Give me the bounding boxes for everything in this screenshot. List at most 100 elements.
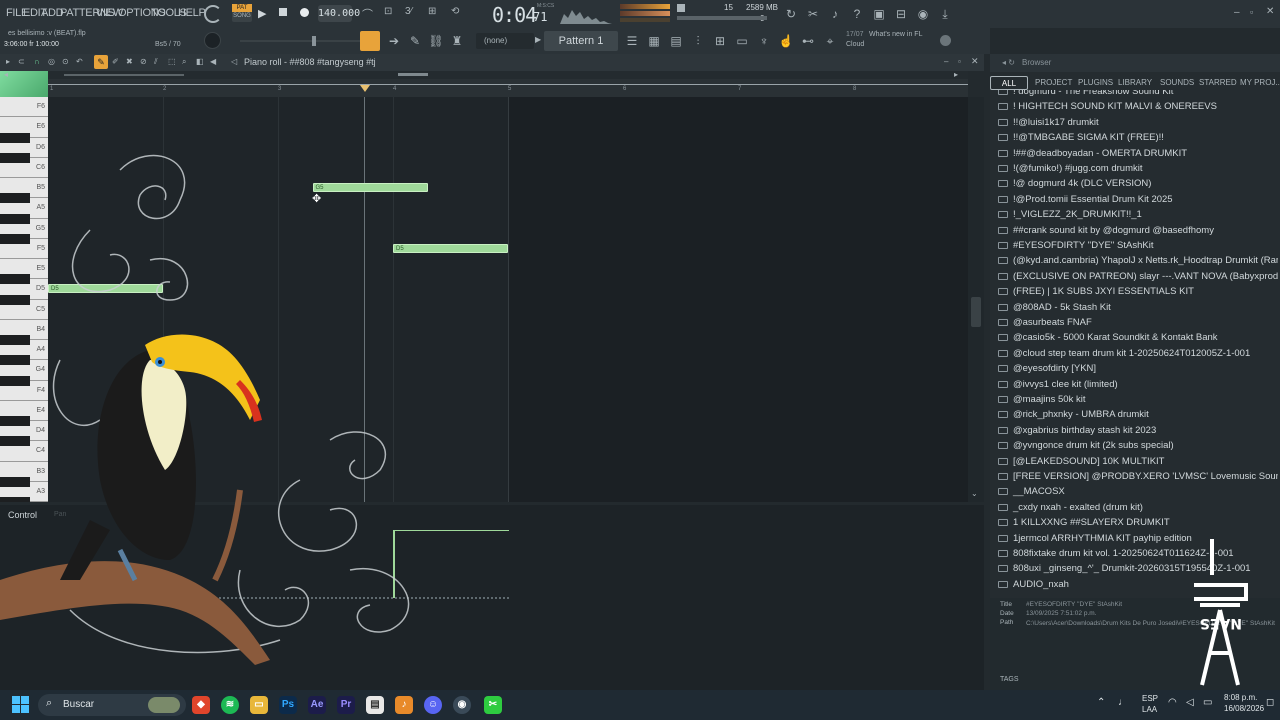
language-indicator[interactable]: ESP — [1142, 694, 1158, 703]
mixer-icon[interactable]: ⫶ — [689, 32, 707, 50]
browser-tab-plugins[interactable]: PLUGINS — [1078, 76, 1113, 90]
news-text[interactable]: What's new in FL — [869, 31, 922, 38]
chat-icon[interactable]: ◉ — [914, 5, 932, 23]
cut-icon[interactable]: ✂ — [804, 5, 822, 23]
clock-date[interactable]: 16/08/2026 — [1224, 704, 1264, 713]
master-volume-slider[interactable] — [620, 18, 670, 22]
timeline-ruler[interactable]: ▸ ◂ 1 2 3 4 5 6 7 8 — [4, 70, 968, 97]
brush-icon[interactable]: ✎ — [406, 32, 424, 50]
record-loop-icon[interactable]: ◎ — [48, 57, 55, 66]
main-pitch-knob[interactable] — [204, 32, 221, 49]
loop-record-icon[interactable]: ⟲ — [451, 6, 459, 17]
window-maximize-icon[interactable]: ▫ — [958, 57, 961, 66]
capcut-icon[interactable]: ✂ — [484, 696, 502, 714]
browser-folder-item[interactable]: @808AD - 5k Stash Kit — [998, 302, 1278, 317]
minimize-icon[interactable]: – — [1234, 7, 1240, 18]
discord-icon[interactable]: ☺ — [424, 696, 442, 714]
taskbar-search[interactable]: ⌕ Buscar — [38, 694, 186, 716]
browser-tab-sounds[interactable]: SOUNDS — [1160, 76, 1194, 90]
stamp-icon[interactable]: ♜ — [448, 32, 466, 50]
browser-folder-item[interactable]: !_VIGLEZZ_2K_DRUMKIT!!_1 — [998, 209, 1278, 224]
spotify-icon[interactable]: ≋ — [221, 696, 239, 714]
paint-tool-icon[interactable]: ✐ — [112, 57, 119, 66]
play-icon[interactable]: ▶ — [258, 7, 266, 20]
slice-tool-icon[interactable]: ⫽ — [154, 57, 158, 67]
browser-nav-icon[interactable]: ◂ ↻ — [1002, 58, 1015, 67]
browser-folder-item[interactable]: !!@luisi1k17 drumkit — [998, 117, 1278, 132]
scroll-right-icon[interactable]: ▸ — [954, 70, 958, 79]
tempo-display[interactable]: 140.000 — [318, 5, 360, 22]
undo-history-icon[interactable]: ↻ — [782, 5, 800, 23]
browser-folder-item[interactable]: ! HIGHTECH SOUND KIT MALVI & ONEREEVS — [998, 101, 1278, 116]
touch-icon[interactable]: ☝ — [777, 32, 795, 50]
browser-folder-item[interactable]: #EYESOFDIRTY ''DYE'' StAshKit — [998, 240, 1278, 255]
vertical-scrollbar[interactable]: ⌄ — [968, 97, 984, 502]
clock-time[interactable]: 8:08 p.m. — [1224, 693, 1257, 702]
scroll-overview[interactable] — [48, 71, 968, 79]
plugin-icon[interactable]: ▭ — [733, 32, 751, 50]
pin-icon[interactable]: ⌖ — [821, 32, 839, 50]
volume-icon[interactable]: ◁ — [1186, 697, 1194, 708]
mute-tool-icon[interactable]: ⊘ — [140, 57, 147, 66]
browser-folder-item[interactable]: !##@deadboyadan - OMERTA DRUMKIT — [998, 148, 1278, 163]
browser-folder-item[interactable]: (FREE) | 1K SUBS JXYI ESSENTIALS KIT — [998, 286, 1278, 301]
notification-icon[interactable]: ◻ — [1266, 697, 1274, 708]
photoshop-icon[interactable]: Ps — [279, 696, 297, 714]
browser-folder-item[interactable]: 1 KILLXXNG ##SLAYERX DRUMKIT — [998, 517, 1278, 532]
zoom-tool-icon[interactable]: ⌕ — [182, 57, 186, 67]
magnet-icon[interactable]: ∩ — [34, 57, 40, 66]
browser-tab-starred[interactable]: STARRED — [1199, 76, 1237, 90]
link-icon[interactable]: ⛓ — [427, 32, 445, 50]
speaker-tool-icon[interactable]: ◀ — [210, 57, 216, 66]
browser-folder-item[interactable]: @rick_phxnky - UMBRA drumkit — [998, 409, 1278, 424]
pat-song-toggle[interactable]: PAT SONG — [232, 4, 252, 22]
download-icon[interactable]: ⤓ — [936, 5, 954, 23]
restore-icon[interactable]: ▫ — [1250, 7, 1253, 17]
browser-folder-item[interactable]: @eyesofdirty [YKN] — [998, 363, 1278, 378]
playlist-icon[interactable]: ☰ — [623, 32, 641, 50]
close-icon[interactable]: ✕ — [1266, 6, 1274, 17]
browser-folder-item[interactable]: !@ dogmurd 4k (DLC VERSION) — [998, 178, 1278, 193]
browser-folder-item[interactable]: @asurbeats FNAF — [998, 317, 1278, 332]
scroll-down-icon[interactable]: ⌄ — [971, 489, 978, 498]
wait-icon[interactable]: ⊡ — [384, 6, 392, 17]
brave-icon[interactable]: ◆ — [192, 696, 210, 714]
playback-tool-icon[interactable]: ◧ — [196, 57, 204, 66]
browser-folder-item[interactable]: [@LEAKEDSOUND] 10K MULTIKIT — [998, 456, 1278, 471]
browser-folder-item[interactable]: @yvngonce drum kit (2k subs special) — [998, 440, 1278, 455]
record-icon[interactable] — [300, 8, 309, 17]
premiere-icon[interactable]: Pr — [337, 696, 355, 714]
cloud-status-icon[interactable] — [940, 35, 951, 46]
delete-tool-icon[interactable]: ✖ — [126, 57, 133, 66]
window-close-icon[interactable]: ✕ — [971, 56, 979, 67]
car-icon[interactable]: ⊷ — [799, 32, 817, 50]
browser-folder-item[interactable]: @maajins 50k kit — [998, 394, 1278, 409]
window-minimize-icon[interactable]: – — [944, 57, 948, 66]
github-icon[interactable]: ◉ — [453, 696, 471, 714]
tray-chevron-icon[interactable]: ⌃ — [1097, 697, 1105, 708]
fl-studio-icon[interactable]: ♪ — [395, 696, 413, 714]
browser-tab-all[interactable]: ALL — [990, 76, 1028, 90]
tuner-icon[interactable]: ♆ — [755, 32, 773, 50]
tray-mic-icon[interactable]: ♩ — [1118, 697, 1128, 708]
browser-folder-item[interactable]: (@kyd.and.cambria) YhapolJ x Netts.rk_Ho… — [998, 255, 1278, 270]
browser-folder-item[interactable]: @xgabrius birthday stash kit 2023 — [998, 425, 1278, 440]
save-icon[interactable]: ▣ — [870, 5, 888, 23]
browser-folder-item[interactable]: @casio5k - 5000 Karat Soundkit & Kontakt… — [998, 332, 1278, 347]
browser-tab-project[interactable]: PROJECT — [1035, 76, 1072, 90]
browser-folder-item[interactable]: !@Prod.tomii Essential Drum Kit 2025 — [998, 194, 1278, 209]
select-tool-icon[interactable]: ⬚ — [168, 57, 176, 66]
tags-label[interactable]: TAGS — [1000, 676, 1019, 683]
browser-folder-item[interactable]: (EXCLUSIVE ON PATREON) slayr ---.VANT NO… — [998, 271, 1278, 286]
windows-start-icon[interactable] — [12, 696, 30, 714]
undo-icon[interactable]: ↶ — [76, 57, 83, 66]
menu-help[interactable]: HELP — [178, 7, 206, 19]
browser-folder-item[interactable]: __MACOSX — [998, 486, 1278, 501]
browser-tab-my-projects[interactable]: MY PROJ... — [1240, 76, 1280, 90]
main-volume-handle[interactable] — [312, 36, 316, 46]
after-effects-icon[interactable]: Ae — [308, 696, 326, 714]
browser-folder-item[interactable]: _cxdy nxah - exalted (drum kit) — [998, 502, 1278, 517]
piano-roll-icon[interactable]: ▦ — [645, 32, 663, 50]
browser-folder-item[interactable]: @cloud step team drum kit 1-20250624T012… — [998, 348, 1278, 363]
playhead-marker[interactable] — [360, 85, 370, 92]
